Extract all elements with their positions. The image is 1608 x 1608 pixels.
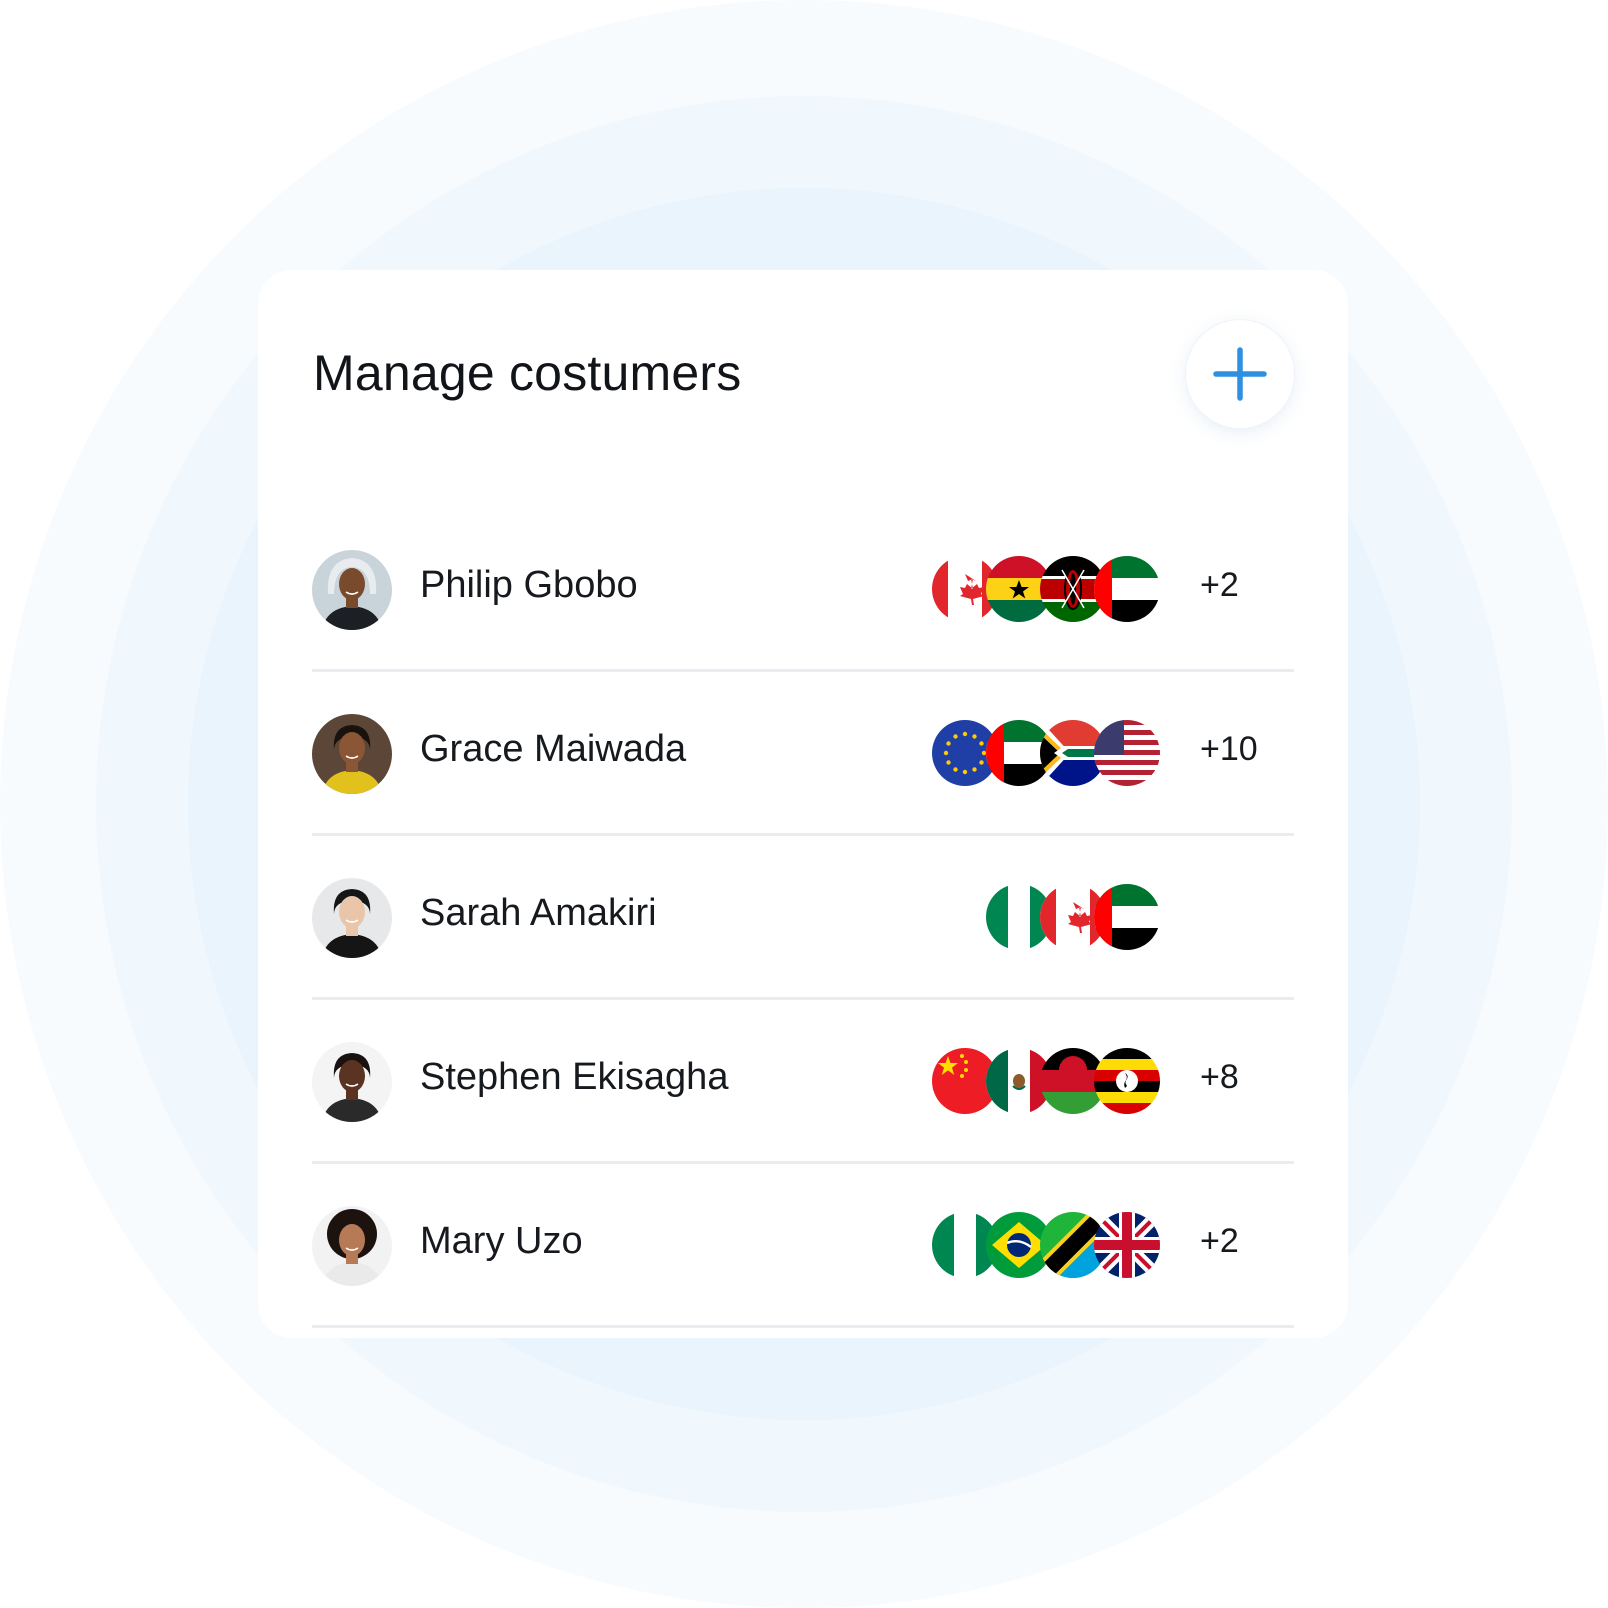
avatar[interactable] bbox=[312, 1042, 392, 1122]
customer-row[interactable]: Stephen Ekisagha +8 bbox=[312, 1002, 1294, 1164]
avatar[interactable] bbox=[312, 550, 392, 630]
flag-united-kingdom-icon bbox=[1094, 1212, 1160, 1278]
page-background: Manage costumers Philip Gbobo +2 Grace Mai… bbox=[0, 0, 1608, 1608]
customer-name[interactable]: Sarah Amakiri bbox=[420, 892, 657, 935]
more-countries-count[interactable]: +10 bbox=[1200, 730, 1258, 769]
more-countries-count[interactable]: +2 bbox=[1200, 1222, 1239, 1261]
manage-customers-card: Manage costumers Philip Gbobo +2 Grace Mai… bbox=[258, 270, 1348, 1338]
flag-uae-icon bbox=[1094, 556, 1160, 622]
customer-row[interactable]: Mary Uzo +2 bbox=[312, 1166, 1294, 1328]
country-flags bbox=[932, 556, 1172, 622]
flag-uae-icon bbox=[1094, 884, 1160, 950]
customer-name[interactable]: Stephen Ekisagha bbox=[420, 1056, 728, 1099]
add-customer-button[interactable] bbox=[1186, 320, 1294, 428]
customer-name[interactable]: Philip Gbobo bbox=[420, 564, 638, 607]
avatar[interactable] bbox=[312, 878, 392, 958]
card-title: Manage costumers bbox=[313, 345, 742, 401]
avatar[interactable] bbox=[312, 714, 392, 794]
country-flags bbox=[932, 720, 1172, 786]
country-flags bbox=[932, 1048, 1172, 1114]
plus-icon bbox=[1213, 347, 1267, 401]
customer-name[interactable]: Grace Maiwada bbox=[420, 728, 686, 771]
flag-united-states-icon bbox=[1094, 720, 1160, 786]
country-flags bbox=[932, 1212, 1172, 1278]
country-flags bbox=[932, 884, 1172, 950]
flag-uganda-icon bbox=[1094, 1048, 1160, 1114]
more-countries-count[interactable]: +8 bbox=[1200, 1058, 1239, 1097]
avatar[interactable] bbox=[312, 1206, 392, 1286]
customer-row[interactable]: Sarah Amakiri bbox=[312, 838, 1294, 1000]
customer-name[interactable]: Mary Uzo bbox=[420, 1220, 583, 1263]
customer-row[interactable]: Philip Gbobo +2 bbox=[312, 510, 1294, 672]
more-countries-count[interactable]: +2 bbox=[1200, 566, 1239, 605]
customer-row[interactable]: Grace Maiwada +10 bbox=[312, 674, 1294, 836]
customer-list: Philip Gbobo +2 Grace Maiwada +10 Sarah Amak… bbox=[312, 510, 1294, 1328]
